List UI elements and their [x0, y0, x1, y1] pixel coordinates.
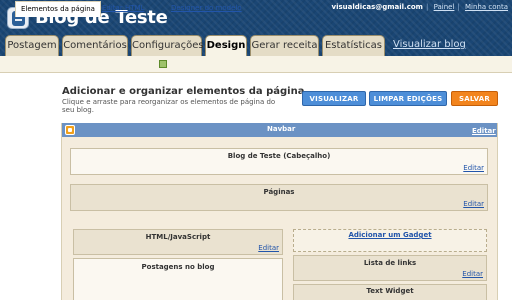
pages-gadget[interactable]: Páginas Editar: [70, 184, 488, 211]
user-email: visualdicas@gmail.com: [331, 3, 423, 11]
tab-estatisticas[interactable]: Estatísticas: [322, 35, 385, 57]
pages-gadget-title: Páginas: [263, 188, 295, 196]
text-widget-title: Text Widget: [366, 287, 414, 295]
posts-gadget-title: Postagens no blog: [141, 263, 215, 271]
linklist-gadget-title: Lista de links: [363, 259, 417, 267]
header-gadget-title: Blog de Teste (Cabeçalho): [227, 152, 331, 160]
tab-gerar-receita[interactable]: Gerar receita: [250, 35, 319, 57]
save-button[interactable]: SALVAR: [451, 91, 498, 106]
tab-postagem[interactable]: Postagem: [5, 35, 59, 57]
tab-comentarios[interactable]: Comentários: [62, 35, 128, 57]
user-links: visualdicas@gmail.com | Painel | Minha con…: [331, 3, 508, 11]
pages-edit-link[interactable]: Editar: [463, 200, 484, 208]
blog-posts-gadget[interactable]: Postagens no blog: [73, 258, 283, 300]
page-title: Adicionar e organizar elementos da págin…: [62, 86, 305, 97]
dashboard-link[interactable]: Painel: [434, 3, 455, 11]
html-javascript-gadget[interactable]: HTML/JavaScript Editar: [73, 229, 283, 255]
clear-edits-button[interactable]: LIMPAR EDIÇÕES: [369, 91, 447, 106]
page-description: Clique e arraste para reorganizar os ele…: [62, 98, 276, 114]
preview-button[interactable]: VISUALIZAR: [302, 91, 366, 106]
text-widget-gadget[interactable]: Text Widget: [293, 284, 487, 300]
navbar-title: Navbar: [267, 125, 296, 133]
link-list-gadget[interactable]: Lista de links Editar: [293, 255, 487, 281]
header-gadget[interactable]: Blog de Teste (Cabeçalho) Editar: [70, 148, 488, 175]
header-edit-link[interactable]: Editar: [463, 164, 484, 172]
linklist-edit-link[interactable]: Editar: [462, 270, 483, 278]
account-link[interactable]: Minha conta: [465, 3, 508, 11]
tab-configuracoes[interactable]: Configurações: [131, 35, 204, 57]
subnav-bar: [0, 56, 512, 73]
subtab-edit-html[interactable]: Editar HTML: [97, 1, 149, 17]
html-gadget-title: HTML/JavaScript: [145, 233, 211, 241]
template-designer-icon: [159, 60, 167, 68]
view-blog-link[interactable]: Visualizar blog: [393, 39, 466, 50]
subtab-template-designer[interactable]: Designer do modelo: [166, 1, 247, 17]
navbar-icon: [65, 125, 75, 135]
html-edit-link[interactable]: Editar: [258, 244, 279, 252]
subtab-page-elements[interactable]: Elementos da página: [15, 1, 101, 17]
add-gadget-link[interactable]: Adicionar um Gadget: [293, 231, 487, 239]
tab-design[interactable]: Design: [205, 35, 247, 58]
navbar-edit-link[interactable]: Editar: [472, 127, 496, 135]
